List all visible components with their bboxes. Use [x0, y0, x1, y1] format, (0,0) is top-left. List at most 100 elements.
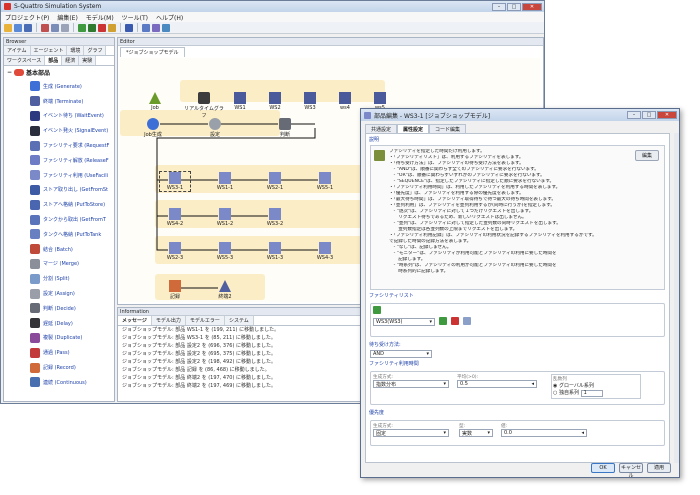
priority-gen-select[interactable]: 固定 ▾ [373, 429, 449, 437]
radio-global[interactable]: ◉ グローバル系列 [553, 382, 639, 389]
node-ws1-1[interactable]: WS1-1 [210, 172, 240, 191]
add-icon[interactable] [373, 306, 381, 314]
new-icon[interactable] [4, 23, 12, 32]
copy-icon[interactable] [51, 23, 59, 32]
tree-item[interactable]: 連続 (Continuous) [4, 375, 114, 390]
run-icon[interactable] [78, 23, 86, 32]
tab-model-output[interactable]: モデル出力 [151, 316, 186, 325]
tab-environment[interactable]: 環境 [67, 46, 85, 55]
minimize-button[interactable]: – [492, 2, 506, 11]
tree-item[interactable]: 複製 (Duplicate) [4, 331, 114, 346]
tab-system[interactable]: システム [224, 316, 254, 325]
cancel-button[interactable]: キャンセル [619, 463, 643, 479]
menu-edit[interactable]: 編集(E) [57, 13, 77, 22]
node-record[interactable]: 記録 [160, 280, 190, 300]
node-ws1-2[interactable]: WS1-2 [210, 208, 240, 227]
node-end2[interactable]: 終端2 [210, 280, 240, 300]
menu-model[interactable]: モデル(M) [86, 13, 114, 22]
node-ws4-top[interactable]: ws4 [330, 92, 360, 111]
tree-item[interactable]: 終端 (Terminate) [4, 94, 114, 109]
tree-item[interactable]: タンクから取出 (GetFromT [4, 212, 114, 227]
save-icon[interactable] [24, 23, 32, 32]
move-icon[interactable] [438, 317, 447, 325]
tree-root[interactable]: − 基本部品 [4, 66, 114, 79]
tree-item[interactable]: イベント待ち (WaitEvent) [4, 109, 114, 124]
unique-series-input[interactable]: 1 [580, 389, 603, 397]
tab-model-error[interactable]: モデルエラー [185, 316, 225, 325]
dialog-maximize-button[interactable]: □ [642, 111, 656, 119]
open-icon[interactable] [14, 23, 22, 32]
menu-project[interactable]: プロジェクト(P) [5, 13, 49, 22]
tree-item[interactable]: イベント発火 (SignalEvent) [4, 123, 114, 138]
tree-item[interactable]: ファシリティ要求 (RequestF [4, 138, 114, 153]
close-button[interactable]: ✕ [522, 2, 542, 11]
dialog-minimize-button[interactable]: – [627, 111, 641, 119]
wait-method-select[interactable]: AND ▾ [370, 350, 432, 358]
type-select[interactable]: 実数 ▾ [459, 429, 493, 437]
dialog-close-button[interactable]: ✕ [657, 111, 677, 119]
layout-icon[interactable] [142, 23, 150, 32]
tab-workspace[interactable]: ワークスペース [4, 56, 46, 65]
pause-icon[interactable] [108, 23, 116, 32]
step-icon[interactable] [88, 23, 96, 32]
component-icon[interactable] [152, 23, 160, 32]
node-job-generate[interactable]: Job生成 [138, 118, 168, 138]
editor-tab[interactable]: *ジョブショップモデル [120, 47, 185, 57]
stop-icon[interactable] [98, 23, 106, 32]
node-ws2-1[interactable]: WS2-1 [260, 172, 290, 191]
delete-icon[interactable] [450, 317, 459, 325]
tab-item[interactable]: アイテム [4, 46, 31, 55]
node-ws3-2[interactable]: WS3-2 [260, 208, 290, 227]
tree-item[interactable]: 設定 (Assign) [4, 286, 114, 301]
tree-item[interactable]: 記録 (Record) [4, 360, 114, 375]
sigma-icon[interactable] [125, 23, 133, 32]
node-ws5-1[interactable]: WS5-1 [310, 172, 340, 191]
tree-item[interactable]: ファシリティ利用 (UseFacili [4, 168, 114, 183]
list-icon[interactable] [462, 317, 471, 325]
node-ws1-3[interactable]: WS1-3 [260, 242, 290, 261]
node-ws1-top[interactable]: WS1 [225, 92, 255, 111]
edit-button[interactable]: 編集 [634, 150, 659, 161]
mean-input[interactable]: 0.5 ◂ [457, 380, 537, 388]
tree-item[interactable]: ストア取り出し (GetFromSt [4, 183, 114, 198]
tree-item[interactable]: 判断 (Decide) [4, 301, 114, 316]
node-ws4-3[interactable]: WS4-3 [310, 242, 340, 261]
paste-icon[interactable] [61, 23, 69, 32]
tab-agent[interactable]: エージェント [30, 46, 68, 55]
ok-button[interactable]: OK [591, 463, 615, 473]
node-ws3-1[interactable]: WS3-1 [159, 171, 191, 192]
tree-item[interactable]: 分割 (Split) [4, 271, 114, 286]
dialog-scrollbar[interactable] [674, 133, 679, 463]
tab-experiment[interactable]: 実験 [79, 56, 97, 65]
node-ws2-3[interactable]: WS2-3 [160, 242, 190, 261]
tree-item[interactable]: ファシリティ解放 (ReleaseF [4, 153, 114, 168]
tab-economy[interactable]: 経済 [62, 56, 80, 65]
tree-item[interactable]: 結合 (Batch) [4, 242, 114, 257]
node-ws2-top[interactable]: WS2 [260, 92, 290, 111]
tab-messages[interactable]: メッセージ [118, 316, 152, 325]
gen-method-select[interactable]: 指数分布 ▾ [373, 380, 449, 388]
node-decide[interactable]: 判断 [270, 118, 300, 138]
tree-item[interactable]: 遅延 (Delay) [4, 316, 114, 331]
value-input[interactable]: 0.0 ◂ [501, 429, 587, 437]
node-ws5-3[interactable]: WS5-3 [210, 242, 240, 261]
tree-item[interactable]: マージ (Merge) [4, 257, 114, 272]
menu-help[interactable]: ヘルプ(H) [156, 13, 183, 22]
cut-icon[interactable] [41, 23, 49, 32]
node-ws3-top[interactable]: WS3 [295, 92, 325, 111]
node-job[interactable]: Job [140, 92, 170, 111]
tree-item[interactable]: 通過 (Pass) [4, 345, 114, 360]
tab-parts[interactable]: 部品 [45, 56, 63, 65]
menu-tools[interactable]: ツール(T) [122, 13, 148, 22]
tab-graph[interactable]: グラフ [84, 46, 107, 55]
maximize-button[interactable]: □ [507, 2, 521, 11]
node-setting[interactable]: 設定 [200, 118, 230, 138]
apply-button[interactable]: 適用 [647, 463, 671, 473]
radio-unique[interactable]: ○ 独自系列 1 [553, 389, 639, 397]
node-realtime-graph[interactable]: リアルタイムグラフ [182, 92, 226, 119]
tree-item[interactable]: ストアへ格納 (PutToStore) [4, 197, 114, 212]
tree-item[interactable]: 生成 (Generate) [4, 79, 114, 94]
diamond-icon[interactable] [162, 23, 170, 32]
node-ws4-2[interactable]: WS4-2 [160, 208, 190, 227]
facility-select[interactable]: WS3(WS3) ▾ [373, 317, 435, 326]
